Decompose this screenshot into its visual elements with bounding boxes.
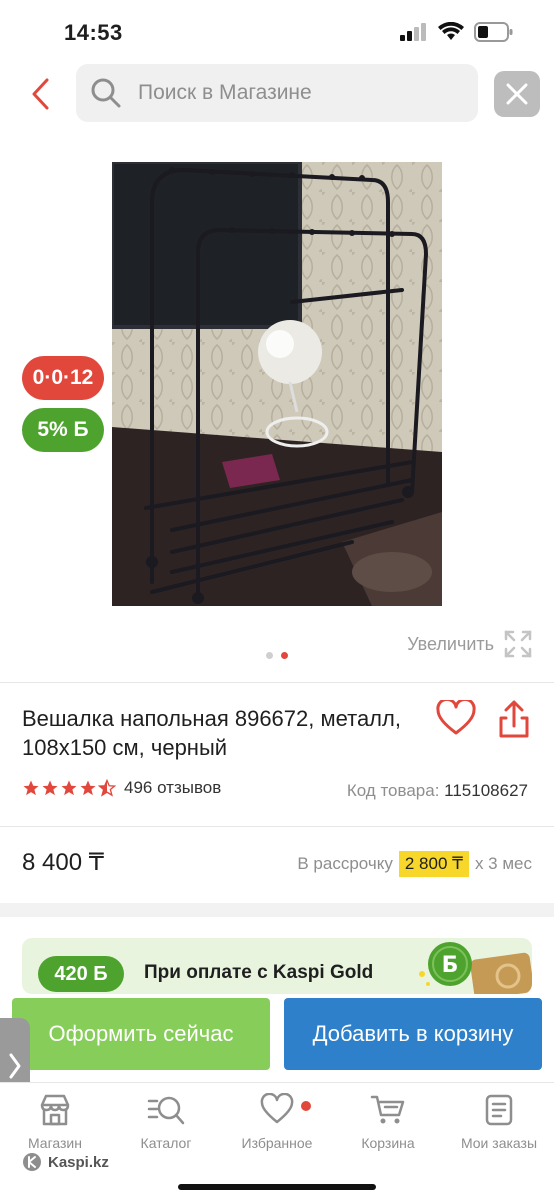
star-half-icon [98,779,116,797]
heart-icon [436,697,476,735]
pagination-dot-active[interactable] [281,652,288,659]
catalog-search-icon [147,1096,185,1125]
section-separator [0,903,554,917]
share-icon [499,700,529,738]
heart-icon [260,1093,294,1124]
star-icon [23,780,39,796]
close-icon [506,83,528,105]
status-icons [400,22,514,42]
installment-prefix: В рассрочку [297,854,393,873]
image-pagination [266,652,288,659]
status-time: 14:53 [64,20,123,45]
chevron-left-icon [32,78,49,110]
expand-icon [504,630,532,658]
nav-label-shop: Магазин [27,1135,82,1151]
home-indicator[interactable] [178,1184,376,1190]
cellular-signal-icon [400,23,426,41]
kaspi-brand-label: Kaspi.kz [48,1153,109,1171]
search-icon [91,78,121,108]
kaspi-bonus-coin-icon: Б [419,942,532,994]
product-price: 8 400 ₸ [22,849,104,876]
product-photo[interactable] [112,162,442,606]
divider [0,826,554,827]
bonus-badge: 5% Б [22,408,104,452]
zoom-button[interactable]: Увеличить [407,630,532,658]
buy-now-button[interactable]: Оформить сейчас [12,998,270,1070]
svg-text:Б: Б [442,953,459,978]
orders-icon [485,1094,513,1126]
chevron-right-icon [9,1053,21,1079]
installment-badge: 0·0·12 [22,356,104,400]
nav-label-catalog: Каталог [140,1135,192,1151]
share-button[interactable] [496,700,532,740]
battery-icon [474,22,513,42]
status-bar: 14:53 [0,0,554,60]
close-button[interactable] [494,71,540,117]
nav-item-shop[interactable]: Магазин [0,1093,110,1151]
star-icon [42,780,58,796]
nav-item-catalog[interactable]: Каталог [111,1093,221,1151]
star-icon [61,780,77,796]
installment-suffix: х 3 мес [474,854,532,873]
bottom-navigation: Магазин Каталог Избранное Корзина Мои за… [0,1082,554,1200]
notification-dot [301,1101,311,1111]
cart-icon [370,1095,405,1124]
sku-label: Код товара: [346,781,440,800]
product-title: Вешалка напольная 896672, металл, 108х15… [22,706,401,760]
shop-icon [40,1094,70,1126]
promo-bonus-badge: 420 Б [38,956,124,992]
rating-stars [22,779,116,797]
nav-item-cart[interactable]: Корзина [333,1093,443,1151]
kaspi-logo-icon [23,1153,41,1171]
sku: Код товара: 115108627 [347,781,528,801]
rating[interactable]: 496 отзывов [22,778,221,798]
divider [0,682,554,683]
nav-label-favorites: Избранное [241,1135,313,1151]
promo-text: При оплате с Kaspi Gold [144,962,374,983]
search-input[interactable] [138,81,448,105]
clothes-rack-photo [112,162,442,606]
add-to-favorites-button[interactable] [436,697,476,740]
search-bar[interactable] [76,64,478,122]
sku-value: 115108627 [444,781,528,800]
kaspi-gold-promo[interactable]: 420 Б При оплате с Kaspi Gold Б [22,938,532,994]
installment-amount: 2 800 ₸ [398,851,469,877]
zoom-label: Увеличить [407,633,494,654]
nav-item-orders[interactable]: Мои заказы [444,1093,554,1151]
nav-item-favorites[interactable]: Избранное [222,1093,332,1151]
nav-label-orders: Мои заказы [460,1135,538,1151]
pagination-dot[interactable] [266,652,273,659]
reviews-link[interactable]: 496 отзывов [124,778,221,798]
kaspi-brand: Kaspi.kz [22,1152,109,1172]
nav-label-cart: Корзина [361,1135,415,1151]
wifi-icon [438,22,464,40]
installment-info[interactable]: В рассрочку 2 800 ₸ х 3 мес [297,851,532,877]
star-icon [80,780,96,796]
add-to-cart-button[interactable]: Добавить в корзину [284,998,542,1070]
back-button[interactable] [22,72,58,116]
